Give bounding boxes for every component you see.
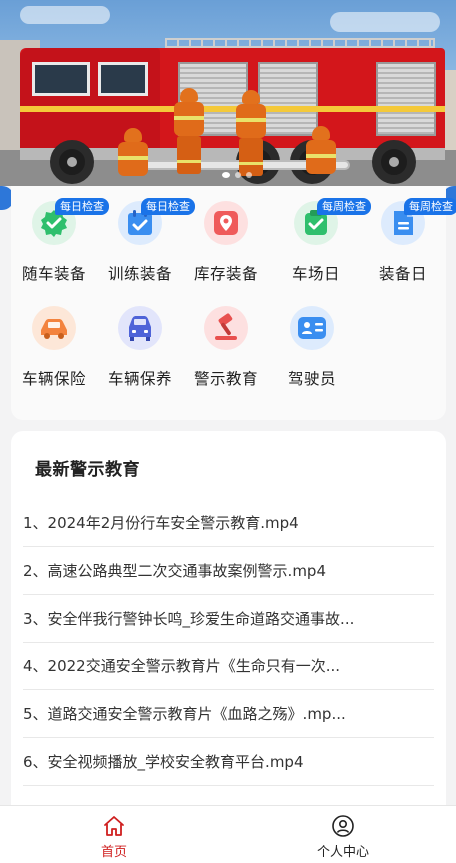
location-pin-icon xyxy=(204,201,248,245)
grid-item-label: 警示教育 xyxy=(193,370,258,388)
hero-banner[interactable] xyxy=(0,0,456,186)
grid-item-label: 车辆保养 xyxy=(107,370,172,388)
tab-profile[interactable]: 个人中心 xyxy=(283,806,403,863)
tab-home[interactable]: 首页 xyxy=(54,806,174,863)
grid-item-vehicle-maintenance[interactable]: 车辆保养 xyxy=(97,291,183,391)
grid-item-label: 装备日 xyxy=(378,265,427,283)
carousel-dots[interactable] xyxy=(222,172,252,178)
driver-id-card-icon xyxy=(290,306,334,350)
grid-item-driver[interactable]: 驾驶员 xyxy=(269,291,355,391)
warning-education-section: 最新警示教育 1、2024年2月份行车安全警示教育.mp4 2、高速公路典型二次… xyxy=(11,431,446,831)
home-icon xyxy=(104,816,124,836)
gavel-icon xyxy=(204,306,248,350)
list-item[interactable]: 5、道路交通安全警示教育片《血路之殇》.mp... xyxy=(23,690,434,738)
grid-item-vehicle-day[interactable]: 每周检查 车场日 xyxy=(273,186,371,286)
badge-weekly-check: 每周检查 xyxy=(404,198,456,215)
grid-item-vehicle-insurance[interactable]: 车辆保险 xyxy=(11,291,97,391)
list-item[interactable]: 1、2024年2月份行车安全警示教育.mp4 xyxy=(23,499,434,547)
user-circle-icon xyxy=(332,815,354,837)
grid-item-training-equipment[interactable]: 每日检查 训练装备 xyxy=(97,186,195,286)
list-item[interactable]: 6、安全视频播放_学校安全教育平台.mp4 xyxy=(23,738,434,786)
grid-item-label: 随车装备 xyxy=(21,265,86,283)
grid-item-label: 车场日 xyxy=(291,265,340,283)
feature-grid: 每日检查 随车装备 每日检查 训练装备 库存装备 每周检查 车场日 每周检查 装… xyxy=(11,186,456,420)
section-title: 最新警示教育 xyxy=(35,460,140,480)
tab-label: 首页 xyxy=(100,845,127,860)
car-maintenance-icon xyxy=(118,306,162,350)
bottom-tab-bar: 首页 个人中心 xyxy=(0,805,456,863)
grid-item-label: 训练装备 xyxy=(107,265,172,283)
grid-item-warning-education[interactable]: 警示教育 xyxy=(183,291,269,391)
car-insurance-icon xyxy=(32,306,76,350)
list-item[interactable]: 3、安全伴我行警钟长鸣_珍爱生命道路交通事故... xyxy=(23,595,434,643)
grid-item-vehicle-equipment[interactable]: 每日检查 随车装备 xyxy=(11,186,109,286)
grid-item-inventory-equipment[interactable]: 库存装备 xyxy=(183,186,269,286)
grid-item-equipment-day[interactable]: 每周检查 装备日 xyxy=(360,186,456,286)
list-item[interactable]: 4、2022交通安全警示教育片《生命只有一次... xyxy=(23,642,434,690)
grid-item-label: 驾驶员 xyxy=(287,370,336,388)
grid-item-label: 库存装备 xyxy=(193,265,258,283)
list-item[interactable]: 2、高速公路典型二次交通事故案例警示.mp4 xyxy=(23,547,434,595)
tab-label: 个人中心 xyxy=(316,845,369,860)
grid-item-label: 车辆保险 xyxy=(21,370,86,388)
